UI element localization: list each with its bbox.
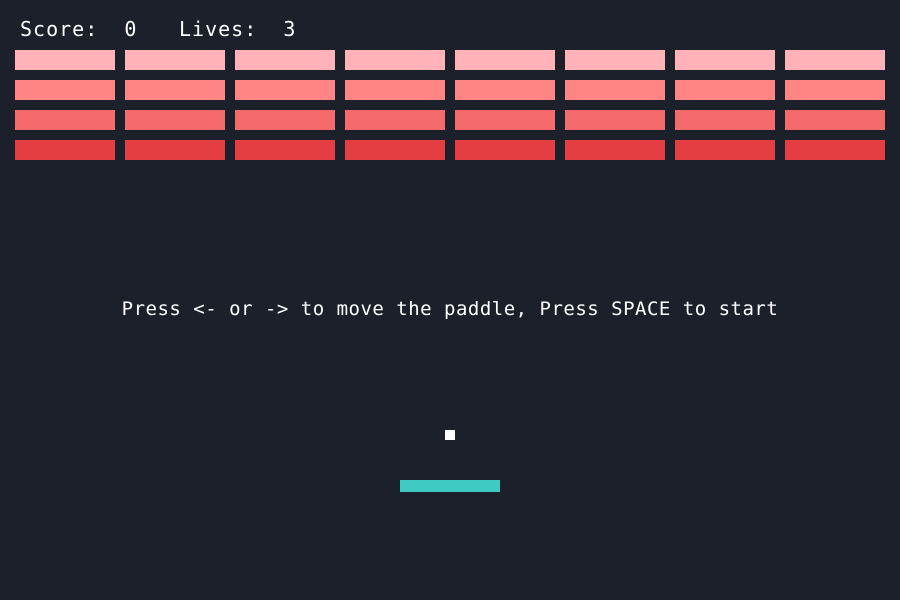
brick bbox=[235, 50, 335, 70]
brick bbox=[235, 80, 335, 100]
brick bbox=[235, 110, 335, 130]
brick bbox=[455, 110, 555, 130]
brick bbox=[675, 80, 775, 100]
brick bbox=[345, 110, 445, 130]
brick bbox=[565, 140, 665, 160]
brick bbox=[15, 50, 115, 70]
brick bbox=[785, 140, 885, 160]
brick bbox=[565, 80, 665, 100]
brick bbox=[455, 50, 555, 70]
brick bbox=[125, 140, 225, 160]
brick bbox=[785, 110, 885, 130]
brick bbox=[125, 110, 225, 130]
start-instructions: Press <- or -> to move the paddle, Press… bbox=[121, 298, 779, 320]
score-value: 0 bbox=[124, 17, 138, 41]
brick bbox=[785, 80, 885, 100]
paddle[interactable] bbox=[400, 480, 500, 492]
brick bbox=[15, 110, 115, 130]
brick bbox=[125, 80, 225, 100]
brick bbox=[675, 110, 775, 130]
brick bbox=[345, 50, 445, 70]
brick bbox=[565, 110, 665, 130]
lives-display: Lives: 3 bbox=[179, 16, 296, 42]
brick bbox=[565, 50, 665, 70]
ball bbox=[445, 430, 455, 440]
game-canvas[interactable]: Score: 0 Lives: 3 Press <- or -> to move… bbox=[0, 0, 900, 600]
brick bbox=[125, 50, 225, 70]
brick bbox=[785, 50, 885, 70]
brick bbox=[455, 80, 555, 100]
brick bbox=[345, 80, 445, 100]
brick bbox=[345, 140, 445, 160]
lives-label: Lives: bbox=[179, 17, 258, 41]
brick bbox=[675, 140, 775, 160]
score-label: Score: bbox=[20, 17, 99, 41]
brick bbox=[15, 80, 115, 100]
brick-wall bbox=[15, 50, 885, 160]
lives-value: 3 bbox=[283, 17, 297, 41]
brick bbox=[675, 50, 775, 70]
brick bbox=[455, 140, 555, 160]
brick bbox=[15, 140, 115, 160]
brick bbox=[235, 140, 335, 160]
score-display: Score: 0 bbox=[20, 16, 137, 42]
